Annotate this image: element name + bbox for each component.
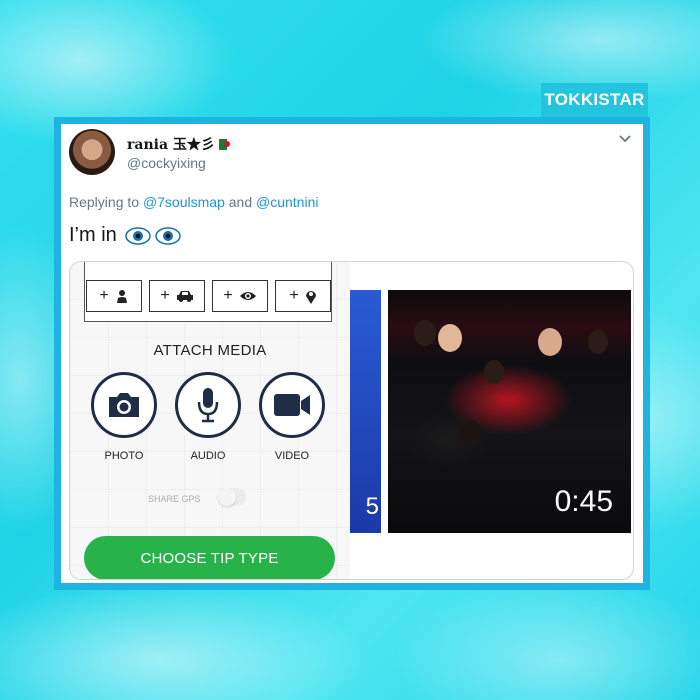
add-sighting-button[interactable]: + bbox=[212, 280, 268, 312]
app-toolbar: + + + + bbox=[84, 262, 332, 322]
camera-icon bbox=[109, 393, 139, 417]
share-gps-toggle[interactable] bbox=[218, 488, 246, 506]
add-person-button[interactable]: + bbox=[86, 280, 142, 312]
brand-badge: TOKKISTAR bbox=[541, 83, 648, 117]
eye-emoji-icon bbox=[125, 226, 151, 245]
photo-label: PHOTO bbox=[104, 450, 144, 462]
tweet-text: I’m in bbox=[69, 224, 181, 247]
video-thumbnail[interactable]: 0:45 bbox=[388, 290, 631, 533]
audio-button[interactable] bbox=[175, 372, 241, 438]
attach-media-heading: ATTACH MEDIA bbox=[153, 342, 267, 359]
app-screenshot-panel: + + + + ATTACH MEDIA PHOTO AUDIO VIDEO S… bbox=[70, 262, 350, 579]
reply-user-link-2[interactable]: @cuntnini bbox=[256, 194, 318, 210]
reply-prefix: Replying to bbox=[69, 194, 140, 210]
car-icon bbox=[176, 291, 193, 302]
person-figure bbox=[538, 328, 562, 356]
eye-emoji-pair bbox=[125, 226, 181, 246]
person-figure bbox=[438, 324, 462, 352]
audio-label: AUDIO bbox=[190, 450, 226, 462]
add-location-button[interactable]: + bbox=[275, 280, 331, 312]
plus-label: + bbox=[289, 287, 299, 304]
location-pin-icon bbox=[305, 291, 316, 304]
reply-context: Replying to @7soulsmap and @cuntnini bbox=[69, 194, 318, 210]
user-handle[interactable]: @cockyixing bbox=[127, 155, 206, 171]
reply-user-link-1[interactable]: @7soulsmap bbox=[143, 194, 225, 210]
tweet-media[interactable]: + + + + ATTACH MEDIA PHOTO AUDIO VIDEO S… bbox=[69, 261, 634, 580]
plus-label: + bbox=[160, 287, 170, 304]
video-camera-icon bbox=[274, 394, 310, 416]
reply-and: and bbox=[228, 194, 253, 210]
plus-label: + bbox=[99, 287, 109, 304]
video-duration-partial: 5 bbox=[365, 493, 379, 520]
video-label: VIDEO bbox=[274, 450, 310, 462]
eye-icon bbox=[239, 292, 256, 300]
person-icon bbox=[116, 290, 127, 303]
flag-icon bbox=[218, 139, 235, 150]
person-figure bbox=[588, 330, 608, 354]
person-figure bbox=[484, 360, 504, 384]
person-figure bbox=[414, 320, 436, 346]
display-name[interactable]: rania 玉★彡 bbox=[127, 134, 235, 154]
display-name-text: rania 玉★彡 bbox=[127, 137, 215, 153]
video-duration: 0:45 bbox=[554, 485, 613, 518]
microphone-icon bbox=[197, 388, 219, 423]
eye-emoji-icon bbox=[155, 226, 181, 245]
chevron-down-icon[interactable] bbox=[617, 130, 633, 146]
video-thumbnail-partial[interactable]: 5 bbox=[350, 290, 381, 533]
add-vehicle-button[interactable]: + bbox=[149, 280, 205, 312]
tweet-text-content: I’m in bbox=[69, 224, 117, 246]
video-button[interactable] bbox=[259, 372, 325, 438]
avatar[interactable] bbox=[69, 129, 115, 175]
person-figure bbox=[458, 420, 482, 446]
tweet-card: rania 玉★彡 @cockyixing Replying to @7soul… bbox=[61, 124, 643, 583]
choose-tip-type-button[interactable]: CHOOSE TIP TYPE bbox=[84, 536, 335, 579]
photo-button[interactable] bbox=[91, 372, 157, 438]
share-gps-label: SHARE GPS bbox=[148, 494, 201, 504]
plus-label: + bbox=[223, 287, 233, 304]
